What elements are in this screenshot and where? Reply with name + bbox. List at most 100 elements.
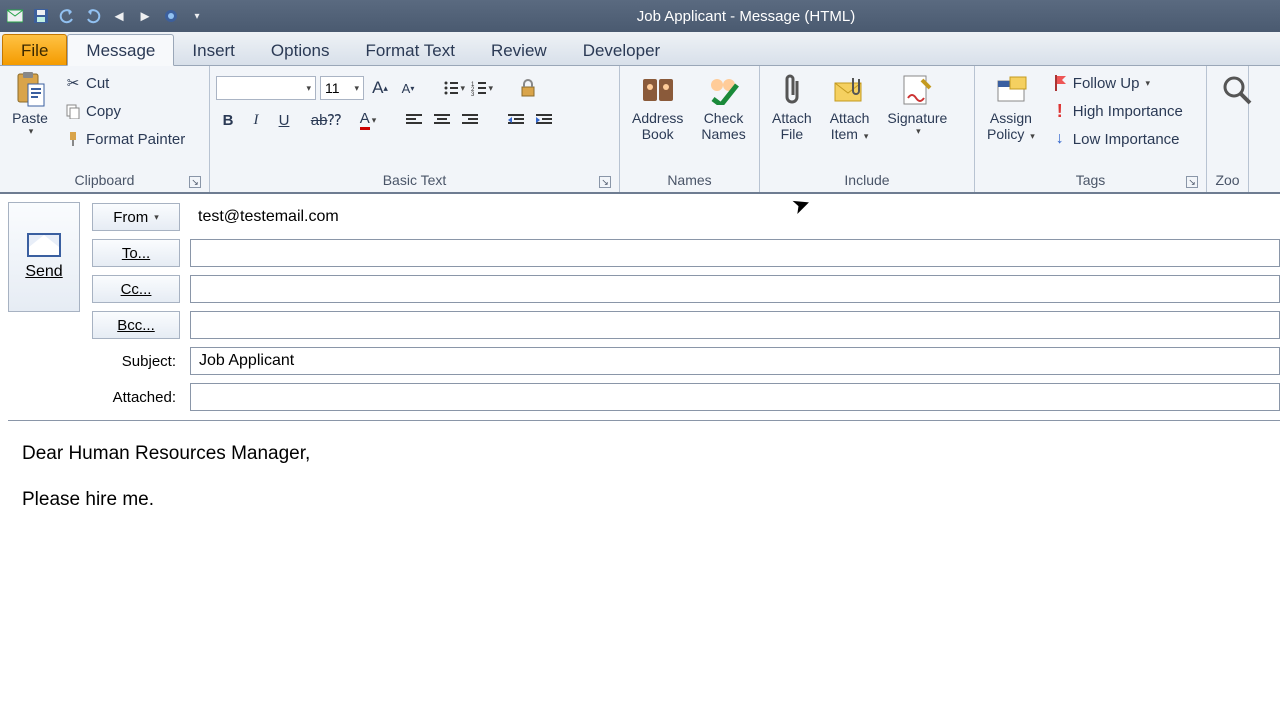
subject-label: Subject: (92, 353, 180, 370)
signature-icon (899, 72, 935, 108)
tab-options[interactable]: Options (253, 35, 348, 65)
tab-insert[interactable]: Insert (174, 35, 253, 65)
group-include: Attach File Attach Item ▾ Signature ▾ In… (760, 66, 975, 192)
number-list-button[interactable]: 123▾ (470, 76, 494, 100)
previous-icon[interactable]: ◄ (110, 7, 128, 25)
dialog-launcher-icon[interactable]: ↘ (189, 176, 201, 188)
group-clipboard: Paste ▾ ✂ Cut Copy Format Painter Clipb (0, 66, 210, 192)
undo-icon[interactable] (58, 7, 76, 25)
grow-font-button[interactable]: A▴ (368, 76, 392, 100)
window-title: Job Applicant - Message (HTML) (212, 8, 1280, 25)
compose-header: Send From▾ test@testemail.com To... Cc..… (0, 194, 1280, 412)
magnifier-icon (1219, 72, 1255, 108)
redo-icon[interactable] (84, 7, 102, 25)
follow-up-label: Follow Up (1073, 75, 1140, 92)
tab-format-text[interactable]: Format Text (348, 35, 473, 65)
shrink-font-button[interactable]: A▾ (396, 76, 420, 100)
permission-button[interactable] (516, 76, 540, 100)
follow-up-button[interactable]: Follow Up ▾ (1047, 70, 1187, 96)
paste-icon (12, 72, 48, 108)
tab-developer[interactable]: Developer (565, 35, 679, 65)
subject-input[interactable]: Job Applicant (190, 347, 1280, 375)
address-book-button[interactable]: Address Book (626, 70, 689, 144)
to-input[interactable] (190, 239, 1280, 267)
font-size-combo[interactable]: 11▾ (320, 76, 364, 100)
check-names-icon (706, 72, 742, 108)
paste-label: Paste (12, 110, 48, 126)
group-label-tags: Tags ↘ (981, 170, 1200, 192)
send-label: Send (25, 263, 62, 281)
group-label-zoom: Zoo (1213, 170, 1242, 192)
dialog-launcher-icon[interactable]: ↘ (599, 176, 611, 188)
paste-button[interactable]: Paste ▾ (6, 70, 54, 138)
attach-item-button[interactable]: Attach Item ▾ (824, 70, 876, 144)
assign-policy-button[interactable]: Assign Policy ▾ (981, 70, 1041, 144)
high-label: High Importance (1073, 103, 1183, 120)
tab-message[interactable]: Message (67, 34, 174, 66)
body-paragraph: Please hire me. (22, 485, 1266, 515)
underline-button[interactable]: U (272, 108, 296, 132)
copy-label: Copy (86, 103, 121, 120)
low-label: Low Importance (1073, 131, 1180, 148)
bcc-button[interactable]: Bcc... (92, 311, 180, 339)
tab-file[interactable]: File (2, 34, 67, 65)
group-label-basic-text: Basic Text ↘ (216, 170, 613, 192)
bullet-list-button[interactable]: ▾ (442, 76, 466, 100)
paperclip-icon (774, 72, 810, 108)
attach-file-button[interactable]: Attach File (766, 70, 818, 144)
cut-button[interactable]: ✂ Cut (60, 70, 189, 96)
app-icon (6, 7, 24, 25)
paintbrush-icon (64, 130, 82, 148)
copy-button[interactable]: Copy (60, 98, 189, 124)
bcc-input[interactable] (190, 311, 1280, 339)
high-importance-button[interactable]: ! High Importance (1047, 98, 1187, 124)
group-label-clipboard: Clipboard ↘ (6, 170, 203, 192)
assign-policy-icon (993, 72, 1029, 108)
font-family-combo[interactable]: ▾ (216, 76, 316, 100)
qat-customize-icon[interactable]: ▾ (188, 7, 206, 25)
from-button[interactable]: From▾ (92, 203, 180, 231)
italic-button[interactable]: I (244, 108, 268, 132)
to-button[interactable]: To... (92, 239, 180, 267)
align-left-button[interactable] (402, 108, 426, 132)
message-body[interactable]: Dear Human Resources Manager, Please hir… (8, 420, 1280, 550)
align-right-button[interactable] (458, 108, 482, 132)
save-icon[interactable] (32, 7, 50, 25)
tab-review[interactable]: Review (473, 35, 565, 65)
group-label-include: Include (766, 170, 968, 192)
format-painter-button[interactable]: Format Painter (60, 126, 189, 152)
cc-button[interactable]: Cc... (92, 275, 180, 303)
from-value: test@testemail.com (190, 203, 1280, 231)
group-label-names: Names (626, 170, 753, 192)
signature-button[interactable]: Signature ▾ (881, 70, 953, 138)
down-arrow-icon: ↓ (1051, 130, 1069, 148)
next-icon[interactable]: ► (136, 7, 154, 25)
exclamation-icon: ! (1051, 102, 1069, 120)
increase-indent-button[interactable] (532, 108, 556, 132)
custom-icon[interactable] (162, 7, 180, 25)
decrease-indent-button[interactable] (504, 108, 528, 132)
copy-icon (64, 102, 82, 120)
attached-input[interactable] (190, 383, 1280, 411)
align-center-button[interactable] (430, 108, 454, 132)
body-paragraph: Dear Human Resources Manager, (22, 439, 1266, 469)
cc-input[interactable] (190, 275, 1280, 303)
titlebar: ◄ ► ▾ Job Applicant - Message (HTML) (0, 0, 1280, 32)
painter-label: Format Painter (86, 131, 185, 148)
check-names-button[interactable]: Check Names (695, 70, 751, 144)
strikethrough-button[interactable]: ab⁇ (314, 108, 338, 132)
low-importance-button[interactable]: ↓ Low Importance (1047, 126, 1187, 152)
send-button[interactable]: Send (8, 202, 80, 312)
ribbon-tabs: File Message Insert Options Format Text … (0, 32, 1280, 66)
address-book-icon (640, 72, 676, 108)
font-color-button[interactable]: A▾ (356, 108, 380, 132)
scissors-icon: ✂ (64, 74, 82, 92)
group-tags: Assign Policy ▾ Follow Up ▾ ! High Impor… (975, 66, 1207, 192)
svg-text:3: 3 (471, 92, 475, 96)
chevron-down-icon: ▾ (29, 126, 34, 136)
zoom-button[interactable] (1213, 70, 1261, 112)
bold-button[interactable]: B (216, 108, 240, 132)
group-zoom: Zoo (1207, 66, 1249, 192)
ribbon: Paste ▾ ✂ Cut Copy Format Painter Clipb (0, 66, 1280, 194)
dialog-launcher-icon[interactable]: ↘ (1186, 176, 1198, 188)
